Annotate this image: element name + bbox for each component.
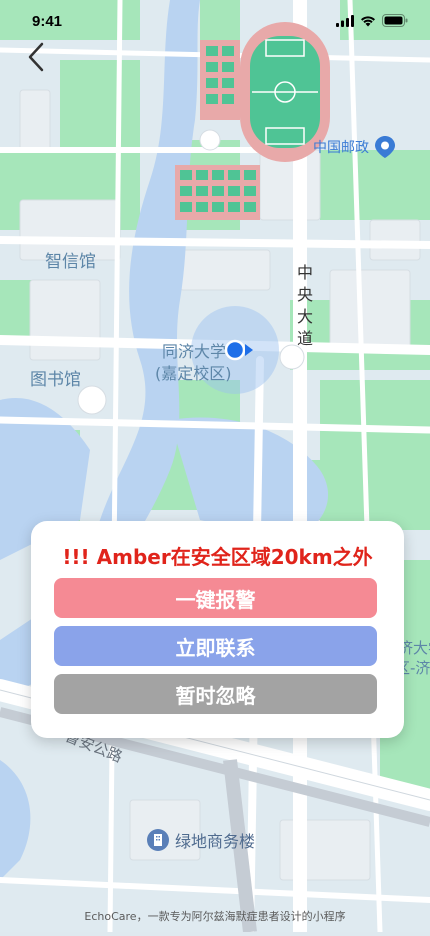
map-view[interactable]: 智信馆 图书馆 同济大学 (嘉定校区) 中央大道 中国邮政 曹安公路 绿地商务楼… (0, 0, 430, 936)
alert-card: !!! Amber在安全区域20km之外 一键报警 立即联系 暂时忽略 (31, 521, 404, 738)
footer-text: EchoCare，一款专为阿尔兹海默症患者设计的小程序 (84, 910, 346, 923)
building-icon (147, 829, 169, 851)
poi-plaza-label: 绿地商务楼 (175, 832, 256, 851)
status-icons (336, 14, 408, 27)
ignore-for-now-button[interactable]: 暂时忽略 (54, 674, 377, 714)
battery-icon (382, 14, 408, 27)
map-pin-icon (375, 136, 395, 158)
chevron-left-icon (28, 42, 44, 72)
map-label-zhixin: 智信馆 (45, 252, 96, 272)
signal-icon (336, 14, 354, 27)
map-label-library: 图书馆 (30, 370, 81, 390)
status-bar: 9:41 (0, 0, 430, 44)
alert-title: !!! Amber在安全区域20km之外 (62, 545, 373, 569)
one-key-alarm-button[interactable]: 一键报警 (54, 578, 377, 618)
poi-post-label: 中国邮政 (313, 140, 369, 156)
wifi-icon (361, 15, 375, 26)
map-label-avenue: 中央大道 (297, 263, 314, 348)
back-button[interactable] (22, 40, 52, 74)
contact-now-button[interactable]: 立即联系 (54, 626, 377, 666)
poi-plaza[interactable]: 绿地商务楼 (147, 828, 255, 852)
map-label-campus-line1: 同济大学 (162, 342, 227, 361)
map-label-campus-line2: (嘉定校区) (155, 364, 232, 383)
status-time: 9:41 (32, 13, 63, 30)
poi-post-office[interactable]: 中国邮政 (313, 136, 395, 158)
